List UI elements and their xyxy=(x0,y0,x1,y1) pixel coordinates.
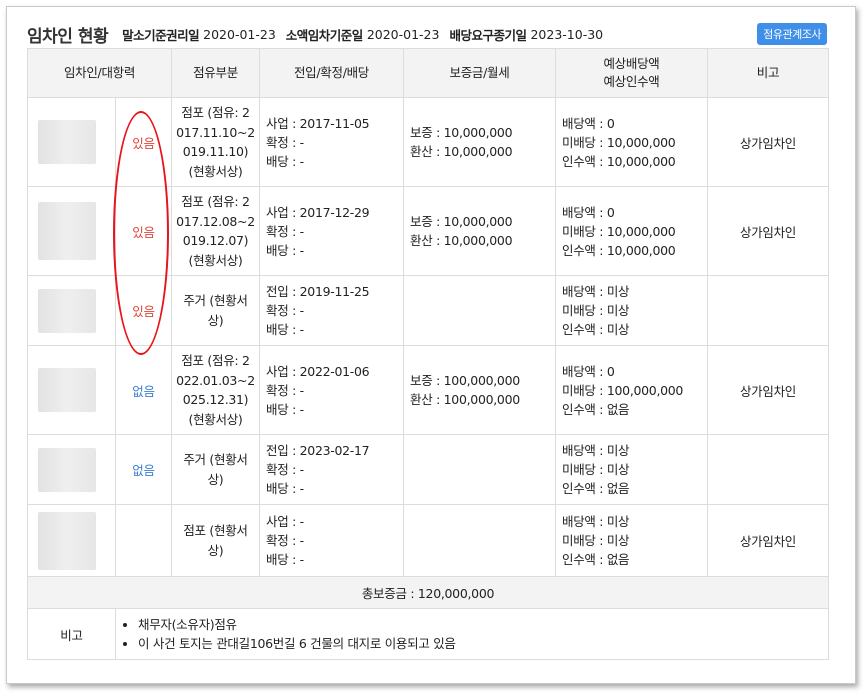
table-row: 없음 주거 (현황서 상) 전입 : 2023-02-17 확정 : - 배당 : - 배당… xyxy=(27,434,829,505)
deposit-cell: 보증 : 10,000,000 환산 : 10,000,000 xyxy=(403,97,556,187)
expected-cell: 배당액 : 미상 미배당 : 미상 인수액 : 없음 xyxy=(555,504,708,577)
tenant-name-cell xyxy=(27,345,116,435)
redacted-name xyxy=(38,447,96,492)
list-item: 이 사건 토지는 관대길106번길 6 건물의 대지로 이용되고 있음 xyxy=(138,634,828,653)
deposit-cell xyxy=(403,504,556,577)
redacted-name xyxy=(38,120,96,164)
opposition-status: 있음 xyxy=(115,97,172,187)
small-lease-date: 소액임차기준일 2020-01-23 xyxy=(285,26,440,43)
notes-row: 비고 채무자(소유자)점유 이 사건 토지는 관대길106번길 6 건물의 대지… xyxy=(27,608,829,660)
remark-cell: 상가임차인 xyxy=(707,504,829,577)
header-occupancy: 점유부분 xyxy=(171,48,260,98)
tenant-status-panel: 임차인 현황 말소기준권리일 2020-01-23 소액임차기준일 2020-0… xyxy=(6,6,856,684)
opposition-status: 있음 xyxy=(115,275,172,346)
occupancy-cell: 주거 (현황서 상) xyxy=(171,434,260,505)
header-remarks: 비고 xyxy=(707,48,829,98)
table-row: 있음 점포 (점유: 2 017.12.08~2 019.12.07) (현황서상) 사업… xyxy=(27,186,829,276)
table-row: 있음 점포 (점유: 2 017.11.10~2 019.11.10) (현황서상) 사업… xyxy=(27,97,829,187)
tenant-name-cell xyxy=(27,186,116,276)
panel-title: 임차인 현황 xyxy=(27,26,109,47)
occupancy-survey-button[interactable]: 점유관계조사 xyxy=(757,23,827,45)
occupancy-cell: 점포 (점유: 2 017.12.08~2 019.12.07) (현황서상) xyxy=(171,186,260,276)
total-row: 총보증금 : 120,000,000 xyxy=(27,576,829,609)
opposition-status: 없음 xyxy=(115,434,172,505)
tenant-name-cell xyxy=(27,97,116,187)
expected-cell: 배당액 : 미상 미배당 : 미상 인수액 : 없음 xyxy=(555,434,708,505)
remark-cell: 상가임차인 xyxy=(707,345,829,435)
remark-cell xyxy=(707,275,829,346)
deposit-cell xyxy=(403,275,556,346)
deposit-cell: 보증 : 10,000,000 환산 : 10,000,000 xyxy=(403,186,556,276)
header-dates: 전입/확정/배당 xyxy=(259,48,404,98)
notes-list: 채무자(소유자)점유 이 사건 토지는 관대길106번길 6 건물의 대지로 이… xyxy=(128,615,828,653)
header-tenant: 임차인/대항력 xyxy=(27,48,172,98)
expected-cell: 배당액 : 미상 미배당 : 미상 인수액 : 미상 xyxy=(555,275,708,346)
expected-cell: 배당액 : 0 미배당 : 100,000,000 인수액 : 없음 xyxy=(555,345,708,435)
dates-cell: 전입 : 2023-02-17 확정 : - 배당 : - xyxy=(259,434,404,505)
redacted-name xyxy=(38,368,96,412)
remark-cell: 상가임차인 xyxy=(707,186,829,276)
expected-cell: 배당액 : 0 미배당 : 10,000,000 인수액 : 10,000,000 xyxy=(555,186,708,276)
opposition-status: 있음 xyxy=(115,186,172,276)
tenant-name-cell xyxy=(27,504,116,577)
base-right-date: 말소기준권리일 2020-01-23 xyxy=(122,26,276,43)
list-item: 채무자(소유자)점유 xyxy=(138,615,828,634)
opposition-status xyxy=(115,504,172,577)
notes-label: 비고 xyxy=(27,608,116,660)
total-deposit: 총보증금 : 120,000,000 xyxy=(27,576,829,609)
occupancy-cell: 점포 (점유: 2 022.01.03~2 025.12.31) (현황서상) xyxy=(171,345,260,435)
table-row: 없음 점포 (점유: 2 022.01.03~2 025.12.31) (현황서상) 사업… xyxy=(27,345,829,435)
remark-cell: 상가임차인 xyxy=(707,97,829,187)
redacted-name xyxy=(38,511,96,570)
occupancy-cell: 점포 (현황서 상) xyxy=(171,504,260,577)
redacted-name xyxy=(38,288,96,333)
panel-header: 임차인 현황 말소기준권리일 2020-01-23 소액임차기준일 2020-0… xyxy=(27,21,827,47)
dividend-deadline-date: 배당요구종기일 2023-10-30 xyxy=(449,26,604,43)
table-header-row: 임차인/대항력 점유부분 전입/확정/배당 보증금/월세 예상배당액 예상인수액… xyxy=(27,48,829,98)
table-row: 있음 주거 (현황서 상) 전입 : 2019-11-25 확정 : - 배당 : - 배당… xyxy=(27,275,829,346)
tenant-name-cell xyxy=(27,275,116,346)
opposition-status: 없음 xyxy=(115,345,172,435)
occupancy-cell: 주거 (현황서 상) xyxy=(171,275,260,346)
deposit-cell: 보증 : 100,000,000 환산 : 100,000,000 xyxy=(403,345,556,435)
deposit-cell xyxy=(403,434,556,505)
dates-cell: 사업 : 2017-12-29 확정 : - 배당 : - xyxy=(259,186,404,276)
tenant-name-cell xyxy=(27,434,116,505)
redacted-name xyxy=(38,202,96,260)
dates-cell: 사업 : 2022-01-06 확정 : - 배당 : - xyxy=(259,345,404,435)
tenant-table: 임차인/대항력 점유부분 전입/확정/배당 보증금/월세 예상배당액 예상인수액… xyxy=(27,48,829,660)
remark-cell xyxy=(707,434,829,505)
dates-cell: 사업 : - 확정 : - 배당 : - xyxy=(259,504,404,577)
expected-cell: 배당액 : 0 미배당 : 10,000,000 인수액 : 10,000,000 xyxy=(555,97,708,187)
dates-cell: 전입 : 2019-11-25 확정 : - 배당 : - xyxy=(259,275,404,346)
occupancy-cell: 점포 (점유: 2 017.11.10~2 019.11.10) (현황서상) xyxy=(171,97,260,187)
header-deposit: 보증금/월세 xyxy=(403,48,556,98)
dates-cell: 사업 : 2017-11-05 확정 : - 배당 : - xyxy=(259,97,404,187)
table-row: 점포 (현황서 상) 사업 : - 확정 : - 배당 : - 배당액 : 미상 미배당 :… xyxy=(27,504,829,577)
header-expected: 예상배당액 예상인수액 xyxy=(555,48,708,98)
